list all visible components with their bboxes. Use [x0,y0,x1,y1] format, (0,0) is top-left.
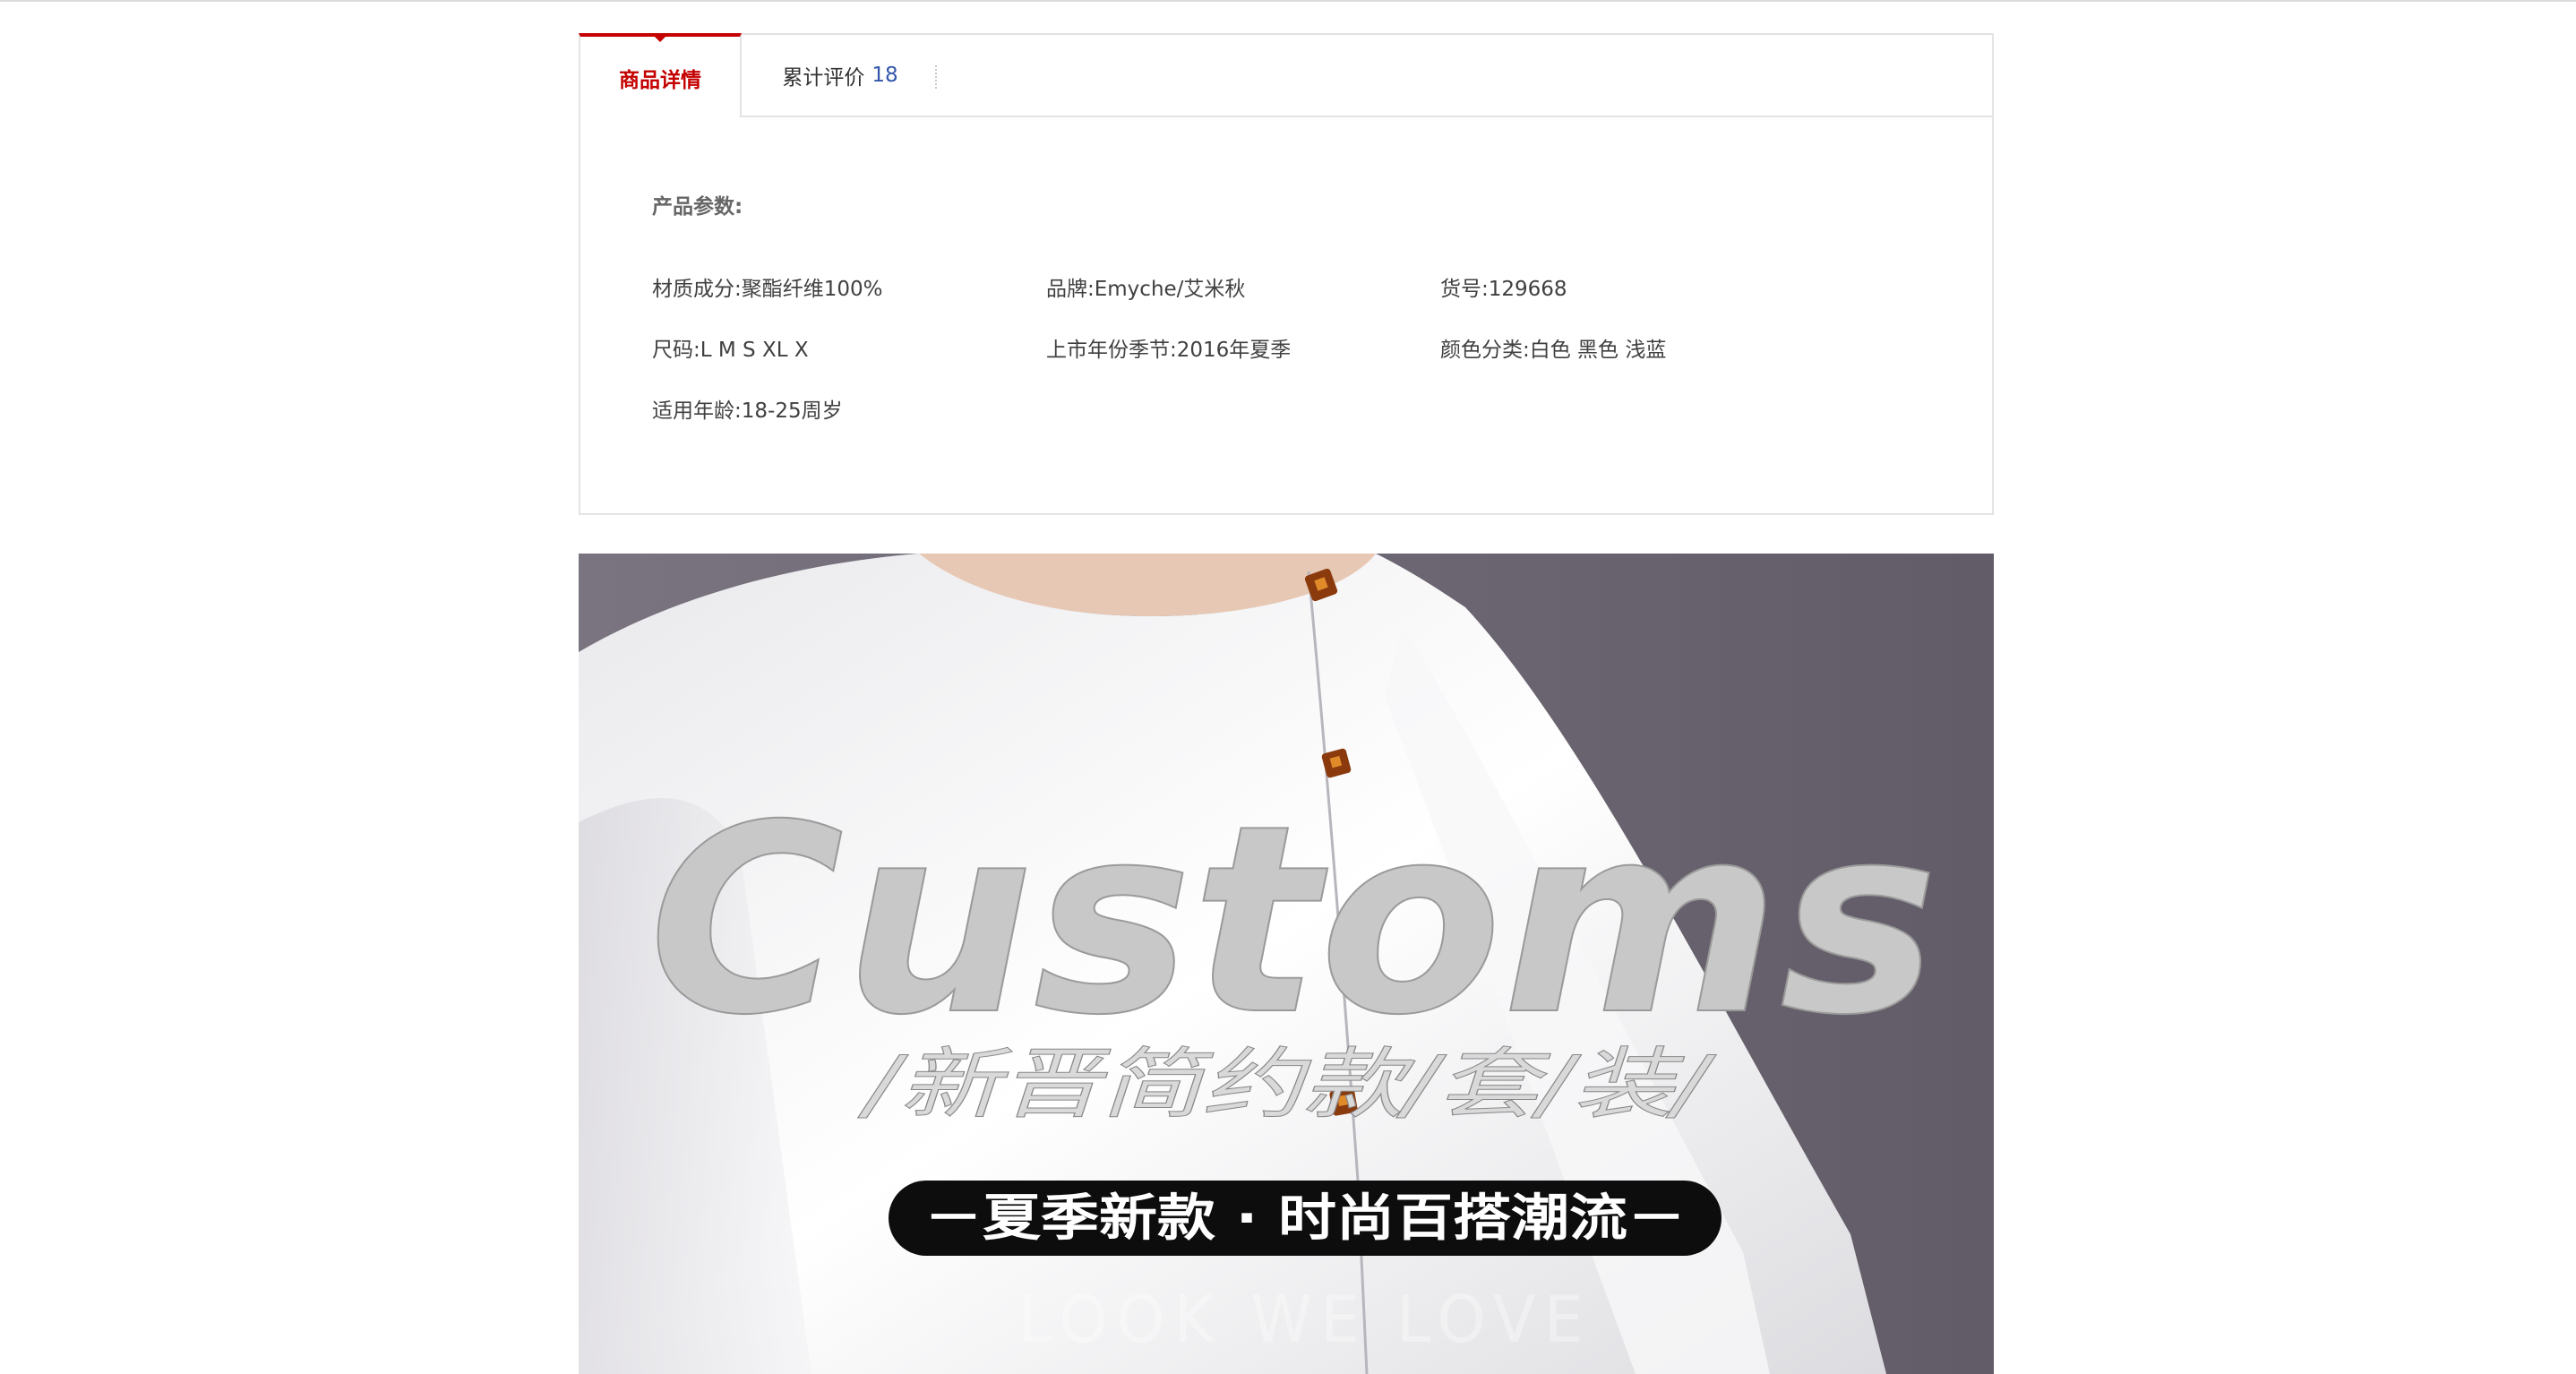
tab-reviews[interactable]: 累计评价 18 [742,33,939,117]
tab-product-detail-label: 商品详情 [619,69,701,92]
banner-subtitle: /新晋简约款/套/装/ [857,1040,1717,1129]
param-brand: 品牌:Emyche/艾米秋 [1046,278,1246,301]
param-size: 尺码:L M S XL X [652,339,809,362]
detail-tab-bar: 商品详情 累计评价 18 [579,33,1994,119]
banner-artwork: Customs /新晋简约款/套/装/ －夏季新款 · 时尚百搭潮流－ LOOK… [579,554,1994,1374]
banner-headline: Customs [648,770,1938,1072]
banner-footer-text: LOOK WE LOVE [1018,1282,1592,1357]
param-age: 适用年龄:18-25周岁 [652,399,843,423]
tab-separator [935,65,937,89]
param-material: 材质成分:聚酯纤维100% [652,278,883,301]
active-tab-caret-icon [654,36,666,42]
tab-product-detail[interactable]: 商品详情 [579,33,742,119]
product-banner-image: Customs /新晋简约款/套/装/ －夏季新款 · 时尚百搭潮流－ LOOK… [579,554,1994,1374]
tab-reviews-label: 累计评价 [782,66,865,90]
top-divider [0,0,2576,2]
banner-pill-text: －夏季新款 · 时尚百搭潮流－ [924,1189,1686,1248]
param-season: 上市年份季节:2016年夏季 [1046,339,1292,362]
param-color: 颜色分类:白色 黑色 浅蓝 [1440,339,1667,362]
product-params-panel: 产品参数: 材质成分:聚酯纤维100% 品牌:Emyche/艾米秋 货号:129… [579,117,1994,515]
param-item-number: 货号:129668 [1440,278,1567,301]
tab-reviews-count: 18 [872,64,898,87]
params-title: 产品参数: [652,195,743,219]
product-detail-section: 商品详情 累计评价 18 产品参数: 材质成分:聚酯纤维100% 品牌:Emyc… [579,33,1994,515]
